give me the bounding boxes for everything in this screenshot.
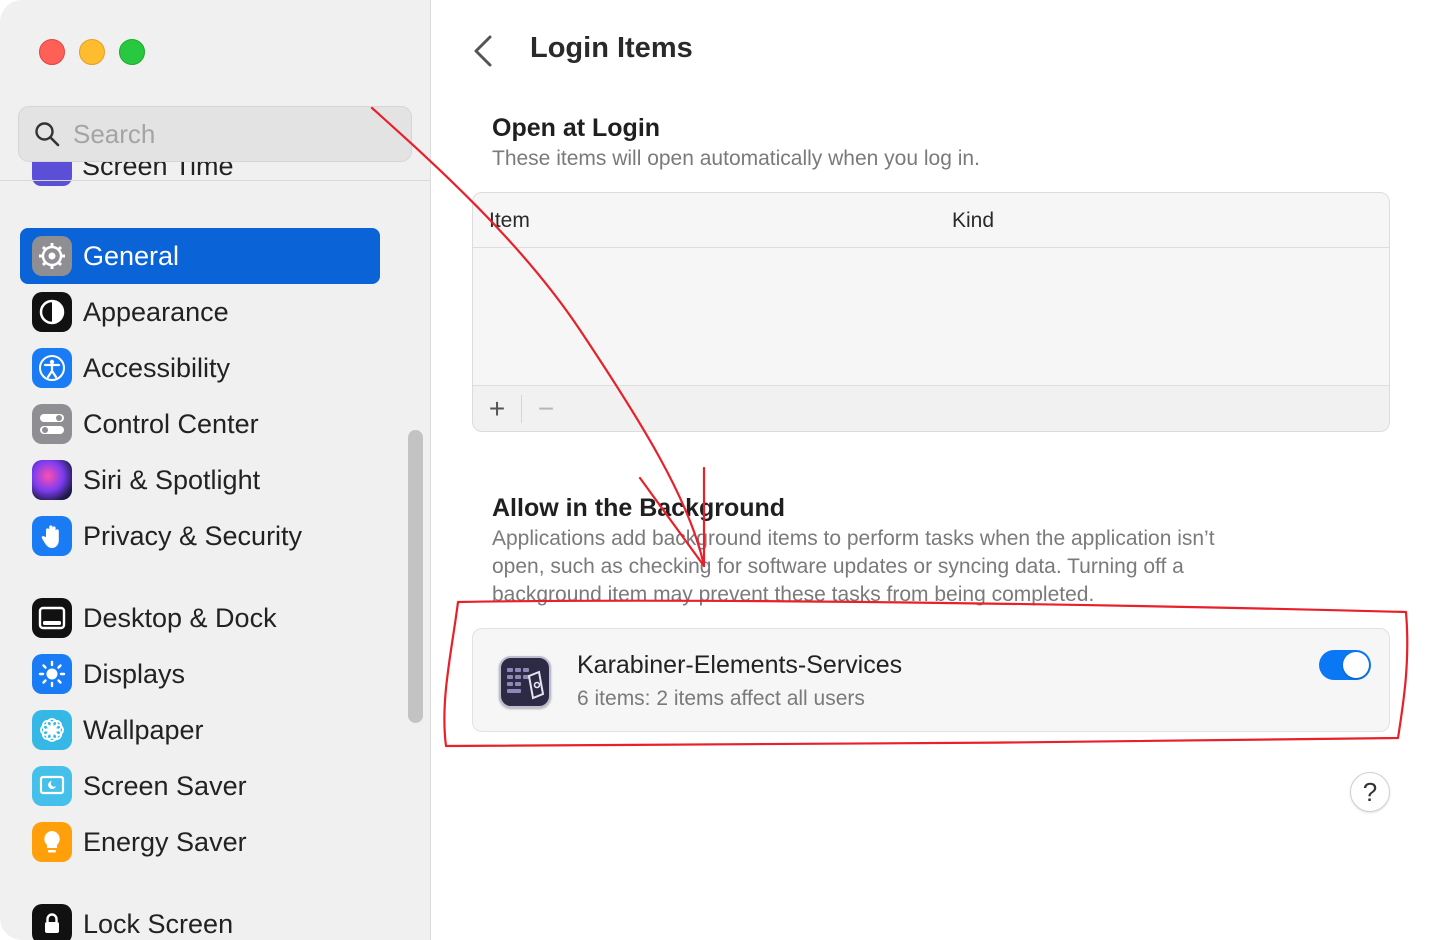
background-item-toggle[interactable] — [1319, 650, 1371, 680]
hand-icon — [32, 516, 72, 556]
sidebar-item-siri-spotlight[interactable]: Siri & Spotlight — [20, 452, 380, 508]
appearance-icon — [32, 292, 72, 332]
page-title: Login Items — [530, 32, 693, 64]
sun-icon — [32, 654, 72, 694]
sidebar-item-label: General — [83, 240, 180, 271]
sidebar-item-label: Accessibility — [83, 352, 231, 383]
dock-icon — [32, 598, 72, 638]
sidebar-item-label: Siri & Spotlight — [83, 464, 261, 495]
table-footer: + − — [473, 386, 1389, 431]
table-body[interactable] — [473, 248, 1389, 386]
gear-icon — [32, 236, 72, 276]
sidebar-item-appearance[interactable]: Appearance — [20, 284, 380, 340]
sidebar-item-privacy-security[interactable]: Privacy & Security — [20, 508, 380, 564]
search-icon — [35, 122, 60, 147]
sidebar-item-lock-screen[interactable]: Lock Screen — [20, 896, 380, 940]
sidebar-item-general[interactable]: General — [20, 228, 380, 284]
sidebar-item-screen-saver[interactable]: Screen Saver — [20, 758, 380, 814]
help-button[interactable]: ? — [1350, 772, 1390, 812]
flower-icon — [32, 710, 72, 750]
open-at-login-title: Open at Login — [492, 114, 661, 142]
window-controls — [39, 39, 145, 65]
sidebar-item-screen-time[interactable]: Screen Time — [32, 160, 412, 190]
lock-icon — [32, 904, 72, 940]
column-header-kind[interactable]: Kind — [952, 209, 994, 233]
allow-background-description-2: open, such as checking for software upda… — [492, 555, 1184, 578]
sidebar-item-desktop-dock[interactable]: Desktop & Dock — [20, 590, 380, 646]
back-button[interactable] — [470, 33, 500, 69]
sidebar-item-control-center[interactable]: Control Center — [20, 396, 380, 452]
open-at-login-description: These items will open automatically when… — [492, 147, 980, 170]
sidebar-item-label: Wallpaper — [83, 714, 204, 745]
column-header-item[interactable]: Item — [489, 209, 530, 233]
sidebar-item-label: Privacy & Security — [83, 520, 303, 551]
sidebar-divider — [0, 180, 430, 181]
toggle-knob — [1343, 652, 1369, 678]
system-settings-window: Screen Time General Appearance — [0, 0, 1430, 940]
sidebar-item-label: Appearance — [83, 296, 229, 327]
sidebar-item-label: Lock Screen — [83, 908, 234, 939]
sidebar-item-accessibility[interactable]: Accessibility — [20, 340, 380, 396]
sidebar-item-wallpaper[interactable]: Wallpaper — [20, 702, 380, 758]
sidebar-item-label: Desktop & Dock — [83, 602, 277, 633]
sidebar-item-label: Energy Saver — [83, 826, 247, 857]
bulb-icon — [32, 822, 72, 862]
background-item-subtitle: 6 items: 2 items affect all users — [577, 687, 865, 710]
sidebar-item-label: Displays — [83, 658, 186, 689]
search-input[interactable] — [73, 118, 373, 150]
remove-button[interactable]: − — [522, 386, 570, 431]
sidebar-item-label: Screen Time — [82, 160, 234, 181]
main-pane: Login Items Open at Login These items wi… — [432, 0, 1430, 940]
sidebar-nav: General Appearance Accessibility Control… — [20, 228, 380, 940]
allow-background-title: Allow in the Background — [492, 494, 786, 522]
background-item-row: Karabiner-Elements-Services 6 items: 2 i… — [472, 628, 1390, 732]
background-item-name: Karabiner-Elements-Services — [577, 651, 903, 679]
minimize-button[interactable] — [79, 39, 105, 65]
hourglass-icon — [32, 160, 72, 186]
siri-icon — [32, 460, 72, 500]
sidebar-item-label: Screen Saver — [83, 770, 247, 801]
screen-saver-icon — [32, 766, 72, 806]
close-button[interactable] — [39, 39, 65, 65]
login-items-table: Item Kind + − — [472, 192, 1390, 432]
sidebar-scrollbar[interactable] — [408, 430, 423, 723]
sidebar: Screen Time General Appearance — [0, 0, 431, 940]
sidebar-item-displays[interactable]: Displays — [20, 646, 380, 702]
accessibility-icon — [32, 348, 72, 388]
sidebar-item-energy-saver[interactable]: Energy Saver — [20, 814, 380, 870]
zoom-button[interactable] — [119, 39, 145, 65]
table-header: Item Kind — [473, 193, 1389, 248]
allow-background-description-1: Applications add background items to per… — [492, 527, 1215, 550]
add-button[interactable]: + — [473, 386, 521, 431]
sidebar-item-label: Control Center — [83, 408, 259, 439]
control-center-icon — [32, 404, 72, 444]
search-field[interactable] — [18, 106, 412, 162]
allow-background-description-3: background item may prevent these tasks … — [492, 583, 1095, 606]
karabiner-app-icon — [499, 656, 551, 708]
